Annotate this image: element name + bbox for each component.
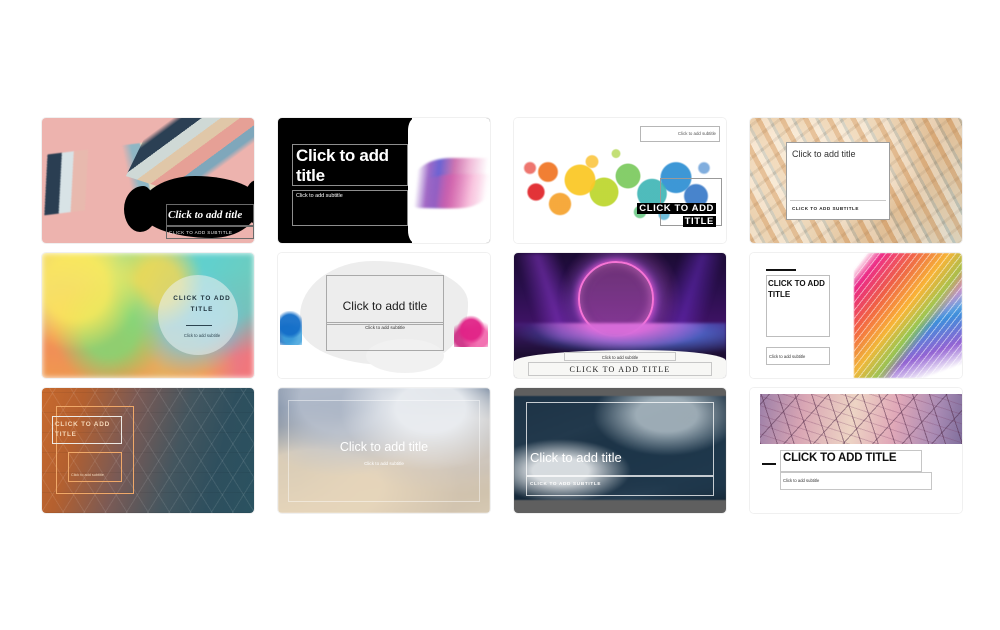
- subtitle-text: Click to add subtitle: [677, 131, 716, 136]
- template-thumbnail-clouds[interactable]: Click to add title Click to add subtitle: [278, 388, 490, 513]
- subtitle-placeholder-box[interactable]: [526, 476, 714, 496]
- template-thumbnail-ink-splash-white[interactable]: Click to add title Click to add subtitle: [278, 253, 490, 378]
- title-text: CLICK TO ADD TITLE: [569, 365, 671, 374]
- title-text: Click to add title: [792, 149, 856, 159]
- template-thumbnail-neon-circle[interactable]: Click to add subtitle CLICK TO ADD TITLE: [514, 253, 726, 378]
- subtitle-text: Click to add subtitle: [296, 193, 343, 199]
- accent-rule: [766, 269, 796, 271]
- title-text: CLICK TO ADD TITLE: [173, 295, 231, 313]
- template-thumbnail-pink-ribbon[interactable]: Click to add title CLICK TO ADD SUBTITLE: [42, 118, 254, 243]
- title-text: CLICK TO ADD TITLE: [783, 452, 897, 464]
- brush-texture-overlay: [854, 253, 962, 378]
- title-text: CLICK TO ADD TITLE: [616, 202, 716, 228]
- title-text: Click to add title: [342, 299, 428, 313]
- title-text: CLICK TO ADD TITLE: [768, 279, 825, 299]
- subtitle-text: CLICK TO ADD SUBTITLE: [792, 206, 859, 211]
- subtitle-text: Click to add subtitle: [183, 333, 221, 338]
- subtitle-text: Click to add subtitle: [364, 461, 404, 466]
- template-thumbnail-black-smoke[interactable]: Click to add title Click to add subtitle: [278, 118, 490, 243]
- subtitle-text: Click to add subtitle: [365, 325, 405, 330]
- template-thumbnail-dark-teal-ink[interactable]: Click to add title CLICK TO ADD SUBTITLE: [514, 388, 726, 513]
- subtitle-text: Click to add subtitle: [769, 354, 806, 359]
- subtitle-text: CLICK TO ADD SUBTITLE: [169, 230, 233, 235]
- title-highlight: CLICK TO ADD TITLE: [637, 203, 716, 227]
- title-text: Click to add title: [530, 450, 622, 465]
- subtitle-placeholder-box[interactable]: [68, 452, 122, 482]
- template-thumbnail-bokeh-rainbow[interactable]: CLICK TO ADD TITLE Click to add subtitle: [42, 253, 254, 378]
- subtitle-text: CLICK TO ADD SUBTITLE: [530, 481, 602, 486]
- blue-ink-splash: [280, 311, 302, 345]
- template-thumbnail-rainbow-brush[interactable]: CLICK TO ADD TITLE Click to add subtitle: [750, 253, 962, 378]
- title-text: Click to add title: [168, 209, 243, 221]
- title-text: CLICK TO ADD TITLE: [55, 421, 111, 438]
- leaf-vein-banner: [760, 394, 962, 444]
- divider-line: [790, 200, 886, 201]
- accent-rule: [762, 463, 776, 465]
- subtitle-text: Click to add subtitle: [783, 478, 820, 483]
- subtitle-text: Click to add subtitle: [71, 473, 104, 477]
- template-thumbnail-low-poly[interactable]: CLICK TO ADD TITLE Click to add subtitle: [42, 388, 254, 513]
- title-text: Click to add title: [339, 440, 429, 454]
- template-gallery: Click to add title CLICK TO ADD SUBTITLE…: [42, 118, 962, 513]
- template-thumbnail-marble[interactable]: Click to add title CLICK TO ADD SUBTITLE: [750, 118, 962, 243]
- pink-ink-splash: [454, 315, 488, 347]
- divider-line: [186, 325, 212, 326]
- translucent-circle: [158, 275, 238, 355]
- title-text: Click to add title: [296, 146, 389, 185]
- subtitle-text: Click to add subtitle: [601, 355, 639, 360]
- template-thumbnail-rainbow-splatter[interactable]: Click to add subtitle CLICK TO ADD TITLE: [514, 118, 726, 243]
- template-thumbnail-leaf-veins[interactable]: CLICK TO ADD TITLE Click to add subtitle: [750, 388, 962, 513]
